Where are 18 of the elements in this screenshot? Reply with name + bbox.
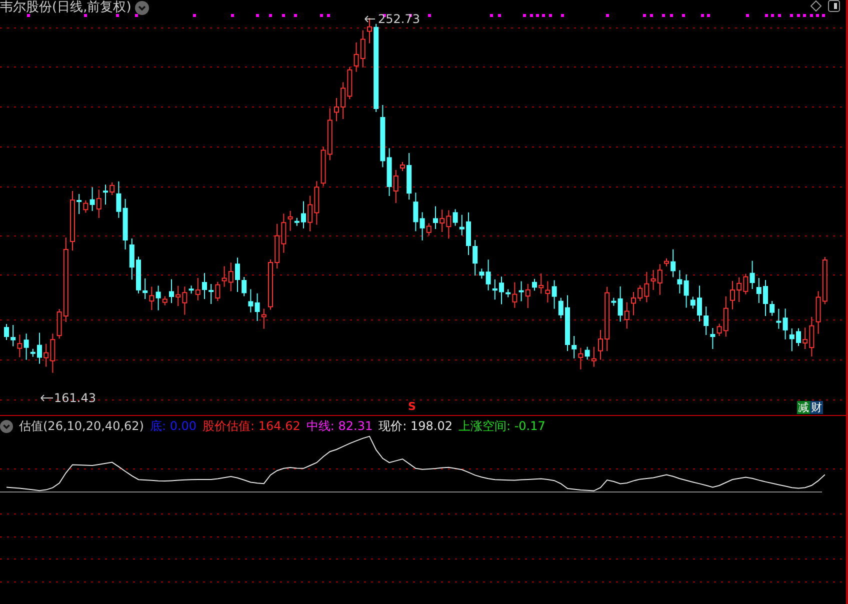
indicator-reading: 上涨空间: -0.17 [458, 418, 546, 435]
indicator-reading: 现价: 198.02 [378, 418, 452, 435]
low-price-label: 161.43 [54, 392, 96, 404]
chart-title: 韦尔股份(日线,前复权) [0, 0, 132, 17]
indicator-reading: 股价估值: 164.62 [202, 418, 300, 435]
chevron-down-icon[interactable] [0, 420, 13, 432]
arrow-icon [364, 15, 376, 23]
indicator-reading: 中线: 82.31 [306, 418, 373, 435]
high-price-label: 252.73 [378, 13, 420, 25]
indicator-title: 估值(26,10,20,40,62) [19, 418, 144, 435]
arrow-icon [40, 394, 54, 402]
status-tag: 减 [797, 401, 810, 414]
indicator-reading: 底: 0.00 [150, 418, 197, 435]
panel-toggle-icon[interactable] [828, 0, 840, 12]
diamond-icon[interactable] [810, 0, 822, 12]
chevron-down-icon[interactable] [135, 0, 150, 15]
signal-marker: S [408, 401, 416, 412]
status-tag: 财 [810, 401, 823, 414]
